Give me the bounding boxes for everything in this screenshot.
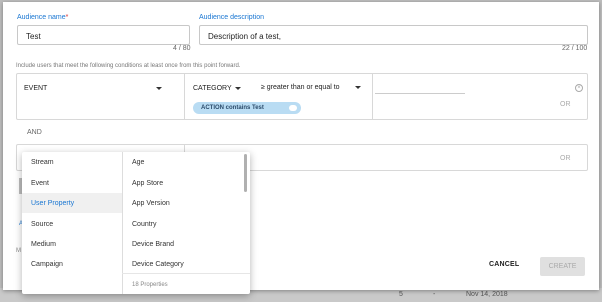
value-input-underline[interactable] bbox=[375, 93, 465, 94]
operator-chevron-down-icon[interactable] bbox=[355, 86, 361, 89]
hidden-label-stub: M bbox=[16, 248, 21, 254]
and-label: AND bbox=[27, 129, 42, 136]
bg-row-dash: - bbox=[433, 291, 436, 298]
condition-group-1: EVENT CATEGORY ≥ greater than or equal t… bbox=[16, 73, 588, 120]
remove-condition-icon[interactable]: × bbox=[575, 84, 583, 92]
cancel-button[interactable]: CANCEL bbox=[489, 261, 519, 268]
audience-description-label: Audience description bbox=[199, 14, 264, 21]
category-select[interactable]: CATEGORY bbox=[193, 85, 232, 92]
operator-select[interactable]: ≥ greater than or equal to bbox=[261, 84, 340, 91]
dropdown-scrollbar[interactable] bbox=[244, 154, 247, 192]
category-chevron-down-icon[interactable] bbox=[235, 87, 241, 90]
category-source[interactable]: Source bbox=[22, 214, 122, 234]
audience-name-label: Audience name* bbox=[17, 14, 69, 21]
or-button[interactable]: OR bbox=[560, 101, 571, 108]
bg-row-date: Nov 14, 2018 bbox=[466, 291, 508, 298]
property-age[interactable]: Age bbox=[132, 159, 144, 166]
event-chevron-down-icon[interactable] bbox=[156, 87, 162, 90]
property-picker-dropdown: Stream Event User Property Source Medium… bbox=[22, 152, 250, 294]
category-event[interactable]: Event bbox=[22, 173, 122, 193]
event-select[interactable]: EVENT bbox=[24, 85, 47, 92]
category-campaign[interactable]: Campaign bbox=[22, 254, 122, 274]
category-user-property[interactable]: User Property bbox=[22, 193, 122, 213]
conditions-hint: Include users that meet the following co… bbox=[16, 63, 241, 69]
filter-chip-label: ACTION contains Test bbox=[201, 105, 264, 111]
property-app-store[interactable]: App Store bbox=[132, 180, 163, 187]
filter-chip[interactable]: ACTION contains Test bbox=[193, 102, 301, 114]
divider bbox=[122, 273, 250, 274]
divider bbox=[184, 74, 185, 119]
audience-name-input[interactable]: Test bbox=[17, 25, 190, 45]
audience-name-value: Test bbox=[26, 32, 41, 41]
category-medium[interactable]: Medium bbox=[22, 234, 122, 254]
property-count: 18 Properties bbox=[132, 282, 168, 288]
create-button[interactable]: CREATE bbox=[540, 257, 585, 276]
property-app-version[interactable]: App Version bbox=[132, 200, 170, 207]
name-char-counter: 4 / 80 bbox=[173, 45, 191, 52]
divider bbox=[372, 74, 373, 119]
property-country[interactable]: Country bbox=[132, 221, 157, 228]
chip-remove-icon[interactable] bbox=[289, 105, 297, 111]
property-device-brand[interactable]: Device Brand bbox=[132, 241, 174, 248]
category-stream[interactable]: Stream bbox=[22, 152, 122, 172]
audience-description-input[interactable]: Description of a test, bbox=[199, 25, 588, 45]
description-char-counter: 22 / 100 bbox=[562, 45, 588, 52]
audience-description-value: Description of a test, bbox=[208, 32, 281, 41]
or-button-2[interactable]: OR bbox=[560, 155, 571, 162]
bg-row-count: 5 bbox=[399, 291, 403, 298]
property-device-category[interactable]: Device Category bbox=[132, 261, 184, 268]
